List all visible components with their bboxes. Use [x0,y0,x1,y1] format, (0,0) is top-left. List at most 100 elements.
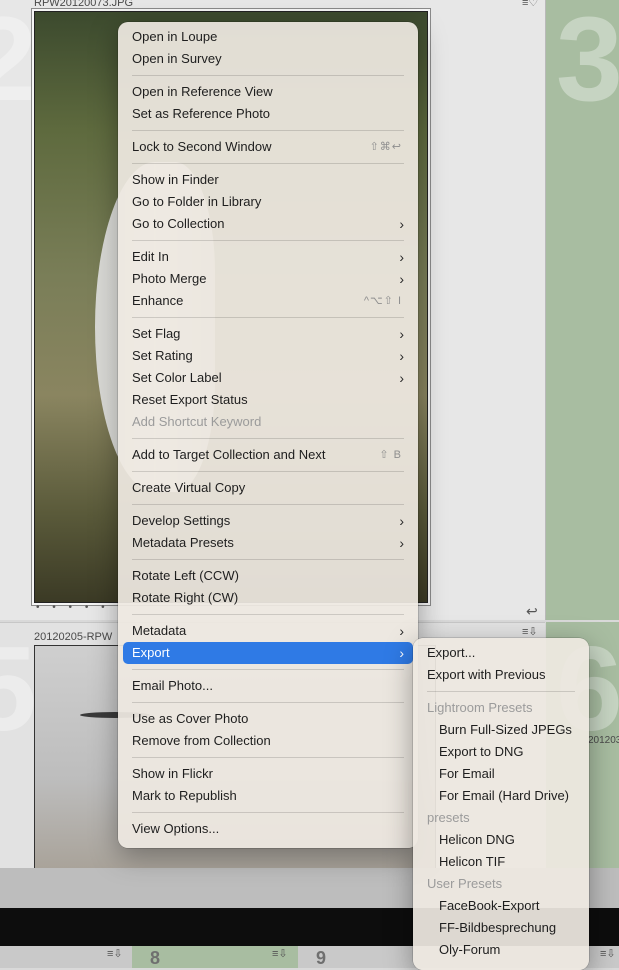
menu-separator [132,75,404,76]
photo-filename: 20120205-RPW [34,631,113,643]
menu-section-presets: presets [413,807,589,829]
menu-item-add-to-target-collection-and-next[interactable]: Add to Target Collection and Next ⇧ B [118,444,418,466]
export-submenu: Export... Export with Previous Lightroom P… [413,638,589,970]
menu-item-label: Export with Previous [427,667,546,682]
menu-item-label: Open in Reference View [132,84,273,99]
menu-item-email-photo[interactable]: Email Photo... [118,675,418,697]
menu-item-enhance[interactable]: Enhance ^⌥⇧ I [118,290,418,312]
menu-section-user-presets: User Presets [413,873,589,895]
menu-item-helicon-dng[interactable]: Helicon DNG [413,829,589,851]
menu-item-label: For Email [439,766,495,781]
menu-item-label: Show in Flickr [132,766,213,781]
menu-item-go-to-folder-in-library[interactable]: Go to Folder in Library [118,191,418,213]
menu-item-label: Photo Merge [132,271,207,286]
sort-icon[interactable]: ≡⇩ [107,947,123,960]
menu-item-export[interactable]: Export... [413,642,589,664]
sort-icon[interactable]: ≡♡ [522,0,538,9]
menu-item-open-in-reference-view[interactable]: Open in Reference View [118,81,418,103]
menu-item-edit-in[interactable]: Edit In › [118,246,418,268]
menu-item-for-email-hard-drive[interactable]: For Email (Hard Drive) [413,785,589,807]
menu-separator [132,559,404,560]
menu-item-label: Export... [427,645,476,660]
menu-separator [427,691,575,692]
menu-item-label: Oly-Forum [439,942,501,957]
menu-separator [132,317,404,318]
menu-item-export[interactable]: Export › [123,642,413,664]
menu-item-label: Reset Export Status [132,392,248,407]
menu-item-label: Add to Target Collection and Next [132,447,326,462]
menu-separator [132,702,404,703]
menu-item-label: Metadata Presets [132,535,234,550]
menu-item-rotate-left-ccw[interactable]: Rotate Left (CCW) [118,565,418,587]
menu-item-label: Set as Reference Photo [132,106,271,121]
menu-item-reset-export-status[interactable]: Reset Export Status [118,389,418,411]
menu-item-mark-to-republish[interactable]: Mark to Republish [118,785,418,807]
menu-item-set-rating[interactable]: Set Rating › [118,345,418,367]
menu-item-label: Enhance [132,293,184,308]
menu-item-metadata-presets[interactable]: Metadata Presets › [118,532,418,554]
menu-item-label: Open in Survey [132,51,222,66]
menu-item-label: Helicon DNG [439,832,515,847]
menu-item-label: Mark to Republish [132,788,237,803]
menu-item-lock-to-second-window[interactable]: Lock to Second Window ⇧⌘↩ [118,136,418,158]
menu-separator [132,669,404,670]
menu-item-export-to-dng[interactable]: Export to DNG [413,741,589,763]
menu-item-ff-bildbesprechung[interactable]: FF-Bildbesprechung [413,917,589,939]
rating-dots[interactable]: • • • • • [36,602,110,613]
menu-item-label: Add Shortcut Keyword [132,414,262,429]
menu-item-helicon-tif[interactable]: Helicon TIF [413,851,589,873]
menu-item-label: presets [427,810,470,825]
menu-separator [132,812,404,813]
menu-item-rotate-right-cw[interactable]: Rotate Right (CW) [118,587,418,609]
menu-item-label: Develop Settings [132,513,231,528]
sort-icon[interactable]: ≡⇩ [600,947,616,960]
chevron-right-icon: › [399,513,404,529]
menu-separator [132,438,404,439]
menu-item-view-options[interactable]: View Options... [118,818,418,840]
menu-item-use-as-cover-photo[interactable]: Use as Cover Photo [118,708,418,730]
menu-item-set-as-reference-photo[interactable]: Set as Reference Photo [118,103,418,125]
menu-item-label: FF-Bildbesprechung [439,920,557,935]
menu-item-label: Set Flag [132,326,181,341]
chevron-right-icon: › [399,535,404,551]
sort-icon[interactable]: ≡⇩ [272,947,288,960]
menu-item-label: FaceBook-Export [439,898,540,913]
menu-item-go-to-collection[interactable]: Go to Collection › [118,213,418,235]
menu-separator [132,471,404,472]
menu-item-export-with-previous[interactable]: Export with Previous [413,664,589,686]
cell-index-watermark: 5 [0,622,37,756]
chevron-right-icon: › [399,348,404,364]
menu-item-open-in-loupe[interactable]: Open in Loupe [118,26,418,48]
menu-item-label: Set Color Label [132,370,222,385]
menu-item-label: Rotate Left (CCW) [132,568,239,583]
menu-item-metadata[interactable]: Metadata › [118,620,418,642]
menu-item-label: View Options... [132,821,220,836]
menu-item-for-email[interactable]: For Email [413,763,589,785]
menu-item-label: Open in Loupe [132,29,218,44]
menu-item-label: Export to DNG [439,744,524,759]
chevron-right-icon: › [399,370,404,386]
menu-item-develop-settings[interactable]: Develop Settings › [118,510,418,532]
menu-item-create-virtual-copy[interactable]: Create Virtual Copy [118,477,418,499]
menu-item-facebook-export[interactable]: FaceBook-Export [413,895,589,917]
menu-item-set-color-label[interactable]: Set Color Label › [118,367,418,389]
menu-separator [132,757,404,758]
menu-separator [132,614,404,615]
menu-item-label: Use as Cover Photo [132,711,249,726]
menu-separator [132,240,404,241]
keyboard-shortcut: ⇧ B [379,449,402,461]
cell-index: 9 [316,948,327,968]
cell-index-watermark: 2 [0,0,37,126]
menu-item-set-flag[interactable]: Set Flag › [118,323,418,345]
return-arrow-icon[interactable]: ↩ [526,603,538,620]
menu-item-open-in-survey[interactable]: Open in Survey [118,48,418,70]
menu-item-remove-from-collection[interactable]: Remove from Collection [118,730,418,752]
menu-item-burn-full-sized-jpegs[interactable]: Burn Full-Sized JPEGs [413,719,589,741]
sort-icon[interactable]: ≡⇩ [522,625,538,638]
menu-item-show-in-flickr[interactable]: Show in Flickr [118,763,418,785]
menu-item-oly-forum[interactable]: Oly-Forum [413,939,589,961]
menu-item-label: Helicon TIF [439,854,506,869]
menu-item-show-in-finder[interactable]: Show in Finder [118,169,418,191]
menu-item-photo-merge[interactable]: Photo Merge › [118,268,418,290]
menu-separator [132,163,404,164]
